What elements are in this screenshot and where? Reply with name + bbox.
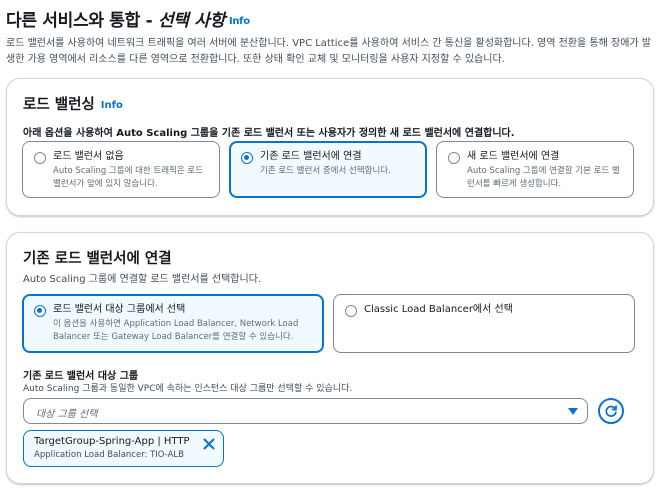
load-balancing-info-link[interactable]: Info: [101, 100, 123, 111]
radio-target-group[interactable]: [34, 305, 46, 317]
target-group-select-placeholder: 대상 그룹 선택: [36, 409, 98, 420]
option-description: Auto Scaling 그룹에 대한 트래픽은 로드 밸런서가 앞에 있지 않…: [53, 166, 204, 189]
page-info-link[interactable]: Info: [229, 16, 250, 27]
option-title: 로드 밸런서 대상 그룹에서 선택: [53, 304, 186, 315]
selected-target-group-token: TargetGroup-Spring-App | HTTP Applicatio…: [23, 430, 224, 467]
option-classic-load-balancer[interactable]: Classic Load Balancer에서 선택: [333, 294, 635, 353]
close-icon[interactable]: [202, 437, 216, 451]
target-group-label: 기존 로드 밸런서 대상 그룹: [23, 371, 139, 382]
token-title: TargetGroup-Spring-App | HTTP: [34, 436, 190, 447]
option-description: 이 옵션을 사용하면 Application Load Balancer, Ne…: [53, 319, 299, 342]
radio-no-load-balancer[interactable]: [34, 152, 46, 164]
page-title: 다른 서비스와 통합 - 선택 사항 Info: [6, 6, 656, 31]
load-balancing-title-text: 로드 밸런싱: [23, 97, 95, 113]
radio-new-load-balancer[interactable]: [448, 152, 460, 164]
page-description: 로드 밸런서를 사용하여 네트워크 트래픽을 여러 서버에 분산합니다. VPC…: [6, 38, 651, 65]
radio-classic-load-balancer[interactable]: [345, 305, 357, 317]
option-description: 기존 로드 밸런서 중에서 선택합니다.: [260, 166, 391, 176]
target-group-select[interactable]: 대상 그룹 선택: [23, 398, 588, 424]
page-header: 다른 서비스와 통합 - 선택 사항 Info 로드 밸런서를 사용하여 네트워크…: [6, 6, 656, 68]
existing-lb-subtitle: Auto Scaling 그룹에 연결할 로드 밸런서를 선택합니다.: [23, 274, 262, 285]
option-no-load-balancer[interactable]: 로드 밸런서 없음 Auto Scaling 그룹에 대한 트래픽은 로드 밸런…: [22, 141, 220, 198]
load-balancing-question: 아래 옵션을 사용하여 Auto Scaling 그룹을 기존 로드 밸런서 또…: [23, 128, 515, 139]
option-existing-load-balancer[interactable]: 기존 로드 밸런서에 연결 기존 로드 밸런서 중에서 선택합니다.: [229, 141, 427, 198]
option-description: Auto Scaling 그룹에 연결할 기본 로드 밸런서를 빠르게 생성합니…: [467, 166, 620, 189]
option-title: Classic Load Balancer에서 선택: [364, 304, 513, 315]
page-title-main: 다른 서비스와 통합 -: [6, 11, 158, 31]
caret-down-icon: [568, 408, 578, 415]
option-title: 로드 밸런서 없음: [53, 151, 124, 162]
refresh-icon: [605, 405, 617, 417]
token-description: Application Load Balancer: TIO-ALB: [34, 450, 184, 460]
existing-lb-title: 기존 로드 밸런서에 연결: [23, 251, 172, 267]
page-title-optional: 선택 사항: [157, 11, 225, 31]
option-new-load-balancer[interactable]: 새 로드 밸런서에 연결 Auto Scaling 그룹에 연결할 기본 로드 …: [436, 141, 634, 198]
radio-existing-load-balancer[interactable]: [241, 152, 253, 164]
option-title: 새 로드 밸런서에 연결: [467, 151, 560, 162]
load-balancing-panel: 로드 밸런싱 Info 아래 옵션을 사용하여 Auto Scaling 그룹을 …: [6, 78, 654, 216]
option-title: 기존 로드 밸런서에 연결: [260, 151, 362, 162]
existing-load-balancer-panel: 기존 로드 밸런서에 연결 Auto Scaling 그룹에 연결할 로드 밸런…: [6, 232, 654, 484]
refresh-button[interactable]: [598, 398, 624, 424]
target-group-description: Auto Scaling 그룹과 동일한 VPC에 속하는 인스턴스 대상 그룹…: [23, 384, 353, 394]
load-balancing-title: 로드 밸런싱 Info: [23, 93, 123, 114]
option-target-group[interactable]: 로드 밸런서 대상 그룹에서 선택 이 옵션을 사용하면 Application…: [22, 294, 324, 353]
